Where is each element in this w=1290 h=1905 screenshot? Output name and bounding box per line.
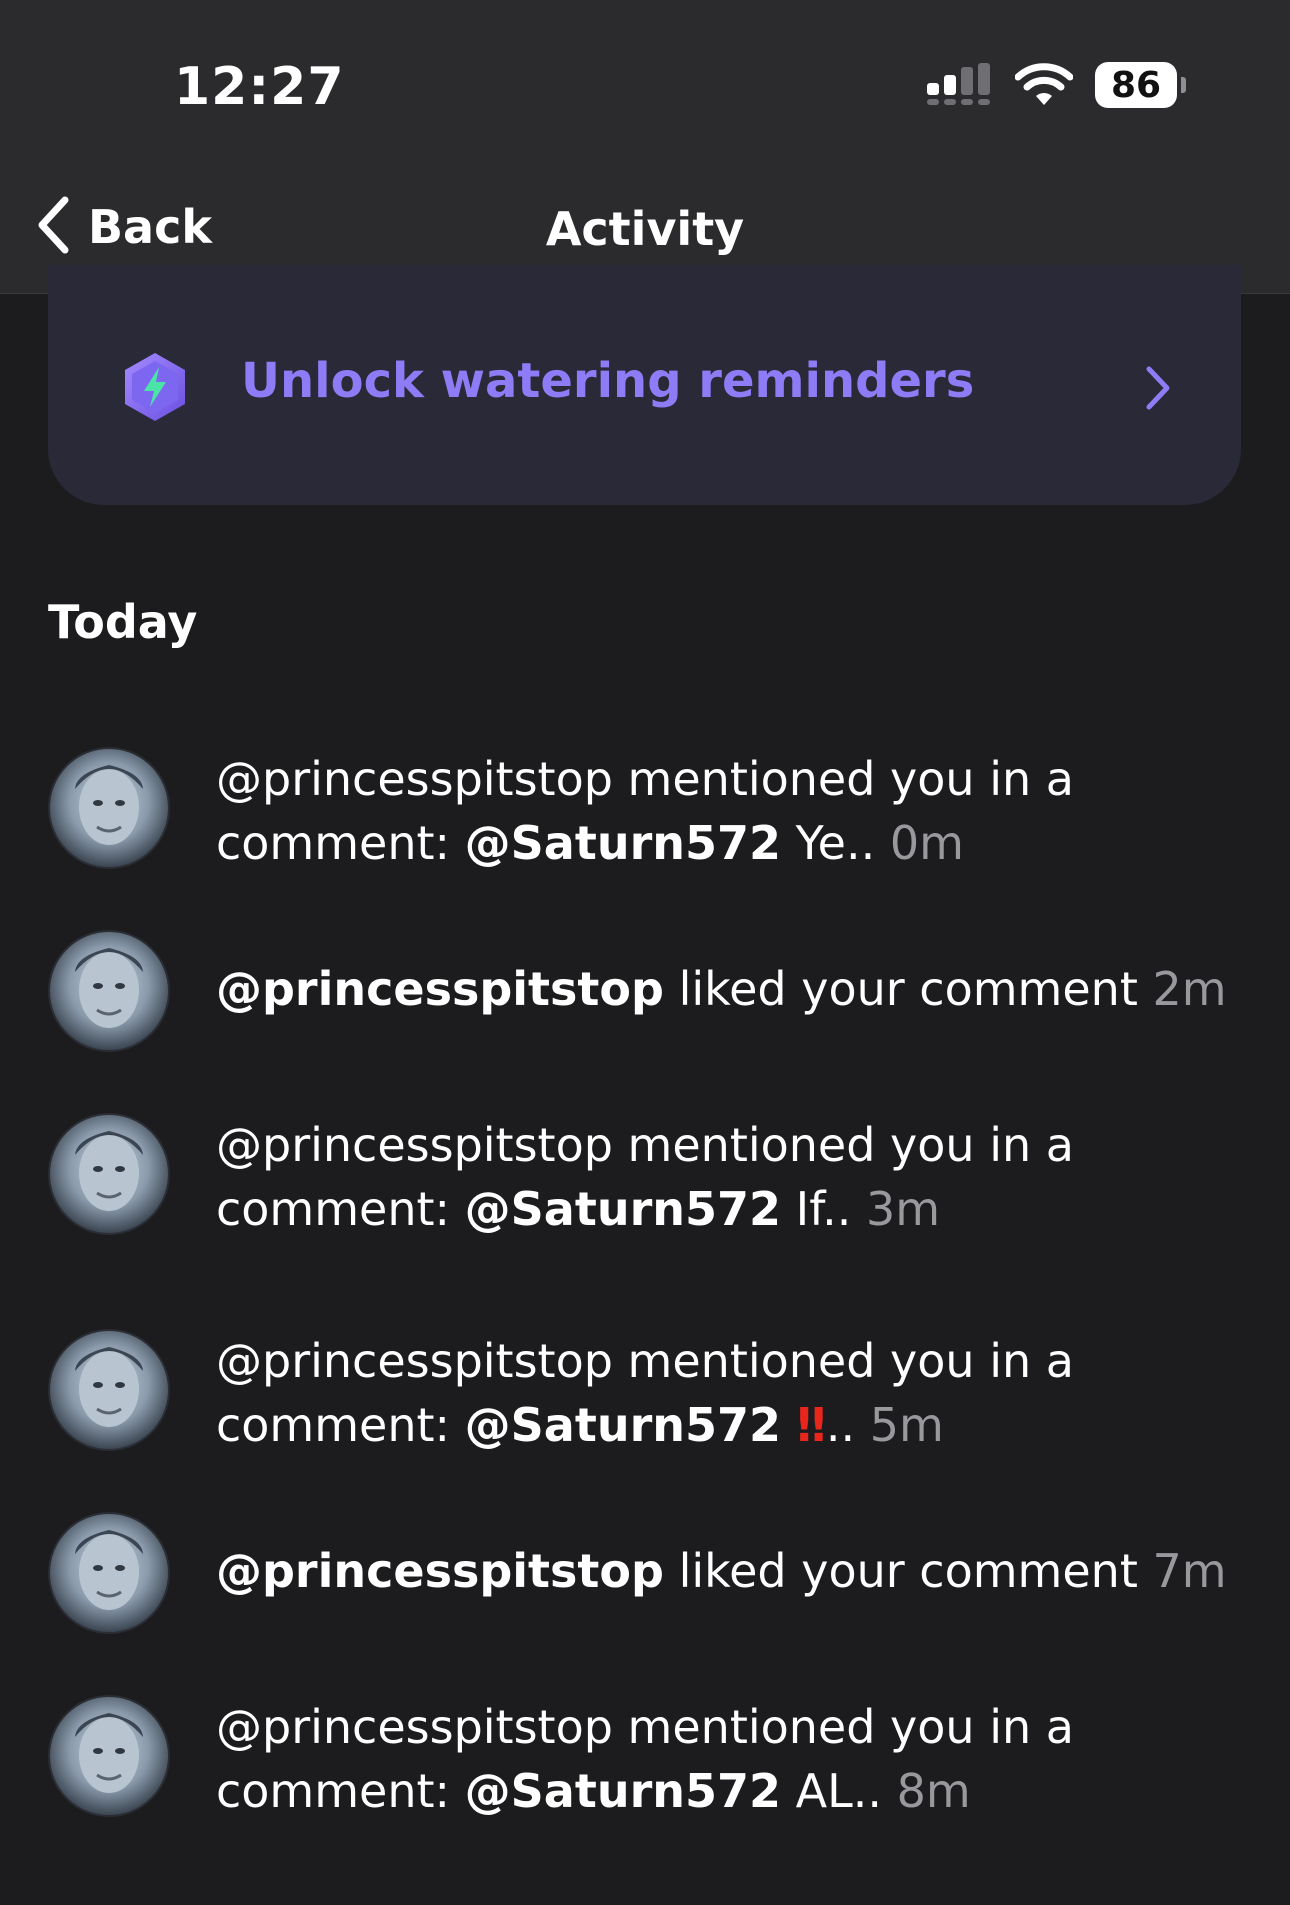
status-time: 12:27: [174, 57, 345, 117]
banner-text: Unlock watering reminders: [241, 353, 975, 409]
status-icons: 86: [927, 62, 1186, 108]
unlock-reminders-banner[interactable]: Unlock watering reminders: [48, 265, 1241, 505]
battery-indicator: 86: [1095, 62, 1186, 108]
avatar: [48, 1113, 170, 1235]
avatar: [48, 747, 170, 869]
wifi-icon: [1015, 63, 1073, 107]
chevron-right-icon: [1145, 365, 1171, 415]
activity-text: @princesspitstop mentioned you in a comm…: [216, 1700, 1074, 1818]
section-title-today: Today: [48, 595, 198, 649]
activity-text: @princesspitstop liked your comment 7m: [216, 1544, 1227, 1598]
double-exclamation-emoji: ‼: [781, 1398, 826, 1452]
cellular-signal-icon: [927, 63, 993, 107]
activity-text: @princesspitstop liked your comment 2m: [216, 962, 1227, 1016]
page-title: Activity: [545, 202, 745, 256]
lightning-hexagon-icon: [122, 351, 188, 427]
nav-header: 12:27 86 Back Activity: [0, 0, 1290, 294]
avatar: [48, 930, 170, 1052]
activity-text: @princesspitstop mentioned you in a comm…: [216, 1118, 1074, 1236]
activity-text: @princesspitstop mentioned you in a comm…: [216, 1334, 1074, 1452]
activity-text: @princesspitstop mentioned you in a comm…: [216, 752, 1074, 870]
avatar: [48, 1695, 170, 1817]
avatar: [48, 1512, 170, 1634]
avatar: [48, 1329, 170, 1451]
